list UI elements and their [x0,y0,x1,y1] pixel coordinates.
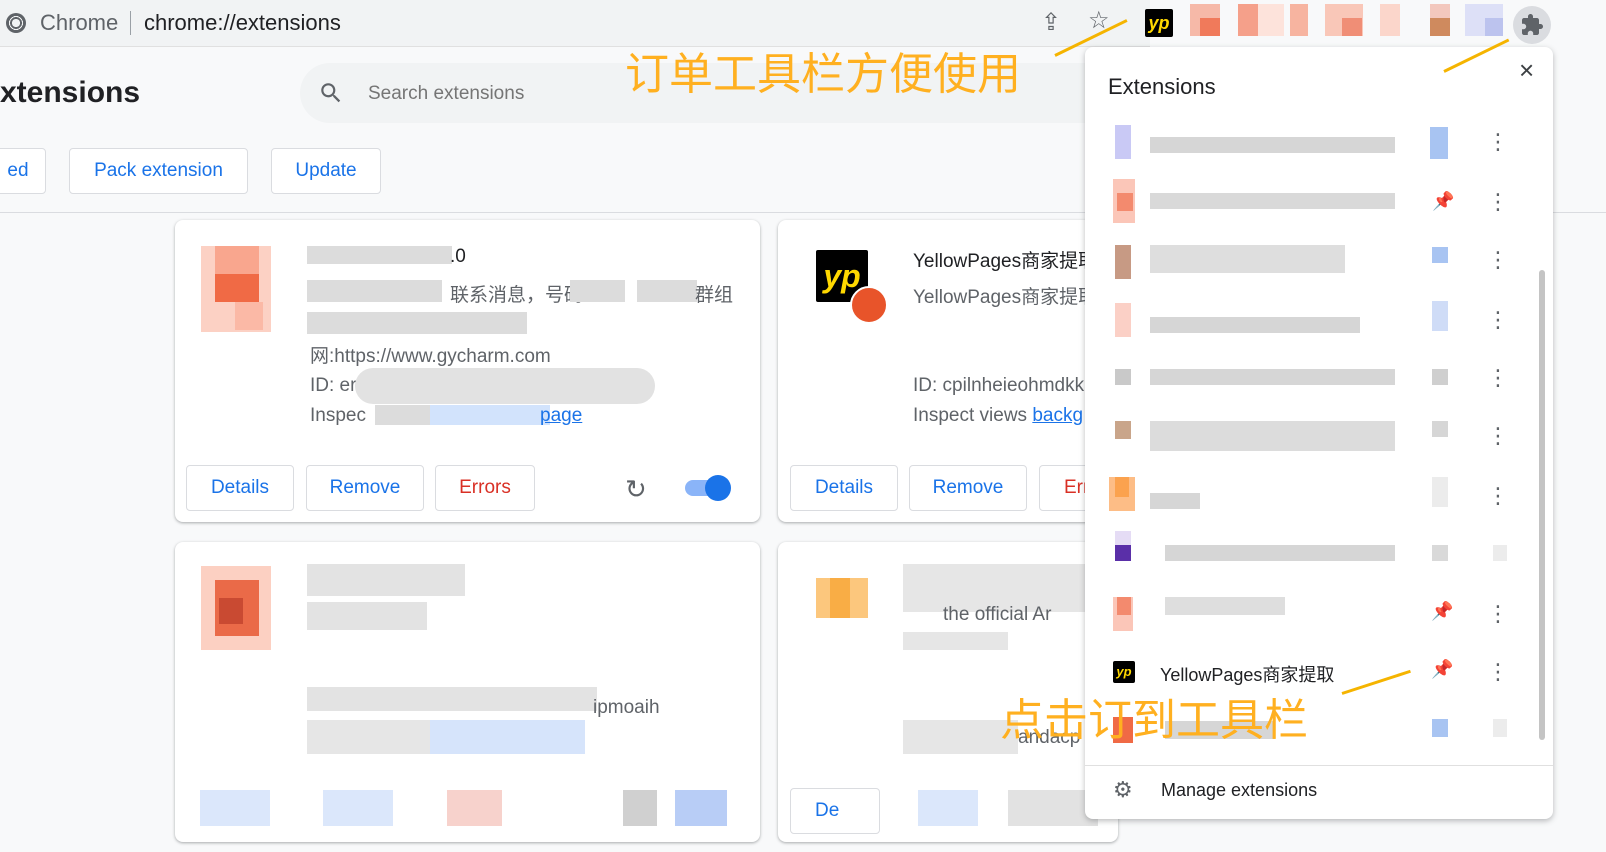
extension-menu-item[interactable]: 📌 ⋮ [1085,173,1515,231]
search-icon [321,83,341,103]
extension-menu-item[interactable]: ⋮ [1085,291,1515,349]
record-badge-icon [850,286,888,324]
pin-icon[interactable]: 📌 [1431,601,1453,622]
remove-button[interactable]: Remove [909,465,1027,511]
errors-button[interactable]: Errors [435,465,535,511]
extension-description-fragment: 联系消息，号码 [450,285,584,306]
extension-id-label: ID: cpilnheieohmdkk [913,375,1085,396]
extension-card: yp YellowPages商家提取 YellowPages商家提取 ID: c… [778,220,1118,522]
menu-divider [1085,765,1553,766]
extension-menu-item[interactable]: ⋮ [1085,231,1515,289]
pin-icon[interactable]: 📌 [1432,191,1454,212]
load-unpacked-button[interactable]: ed [0,148,46,194]
extension-card: ipmoaih [175,542,760,842]
manage-extensions-item[interactable]: ⚙ Manage extensions [1085,767,1553,819]
gear-icon: ⚙ [1113,777,1133,802]
extension-card: .0 联系消息，号码 群组 网:https://www.gycharm.com … [175,220,760,522]
pin-icon[interactable]: 📌 [1431,659,1453,680]
extension-id-fragment: ipmoaih [593,697,660,718]
update-button[interactable]: Update [271,148,381,194]
extensions-menu-title: Extensions [1108,74,1216,99]
remove-button[interactable]: Remove [306,465,424,511]
inspect-views-label: Inspect views backg [913,405,1084,426]
page-title: xtensions [0,76,141,109]
more-icon[interactable]: ⋮ [1487,425,1509,447]
more-icon[interactable]: ⋮ [1487,367,1509,389]
more-icon[interactable]: ⋮ [1487,603,1509,625]
extensions-puzzle-button[interactable] [1513,6,1551,44]
yellowpages-toolbar-icon[interactable]: yp [1145,9,1173,37]
extension-menu-item[interactable]: ⋮ [1085,349,1515,407]
yellowpages-icon: yp [1113,661,1135,683]
more-icon[interactable]: ⋮ [1487,191,1509,213]
annotation-bottom: 点击订到工具栏 [1000,695,1308,746]
more-icon[interactable]: ⋮ [1487,131,1509,153]
extension-menu-item[interactable]: 📌 ⋮ [1085,585,1515,643]
puzzle-icon [1522,14,1543,35]
share-icon[interactable]: ⇪ [1041,11,1061,35]
extension-menu-item[interactable] [1085,525,1515,583]
extension-version: .0 [450,246,466,267]
inspect-views-link[interactable]: page [540,405,582,427]
extension-menu-item[interactable]: ⋮ [1085,467,1515,525]
details-button[interactable]: Details [790,465,898,511]
inspect-views-link[interactable]: backg [1032,405,1083,426]
more-icon[interactable]: ⋮ [1487,485,1509,507]
reload-icon[interactable]: ↻ [625,474,647,505]
browser-label: Chrome [40,10,119,35]
more-icon[interactable]: ⋮ [1487,249,1509,271]
extension-name: YellowPages商家提取 [913,251,1098,272]
more-icon[interactable]: ⋮ [1487,309,1509,331]
details-button[interactable]: Details [186,465,294,511]
manage-extensions-label: Manage extensions [1161,780,1318,800]
details-button[interactable]: De [790,788,880,834]
more-icon[interactable]: ⋮ [1487,661,1509,683]
omnibox-divider [130,11,131,35]
extension-description: YellowPages商家提取 [913,287,1098,308]
extension-description-fragment: the official Ar [943,604,1052,625]
url-text[interactable]: chrome://extensions [144,10,341,36]
inspect-views-label: Inspec [310,405,366,426]
pack-extension-button[interactable]: Pack extension [69,148,248,194]
chrome-icon [6,13,26,33]
extension-website: 网:https://www.gycharm.com [310,346,551,367]
menu-scrollbar[interactable] [1539,270,1545,740]
extension-menu-item[interactable]: ⋮ [1085,113,1515,171]
extension-id-label: ID: er [310,375,357,396]
annotation-top: 订单工具栏方便使用 [625,49,1021,100]
extension-description-fragment-2: 群组 [695,285,734,306]
extension-menu-item[interactable]: ⋮ [1085,407,1515,465]
close-icon[interactable]: × [1519,55,1534,86]
